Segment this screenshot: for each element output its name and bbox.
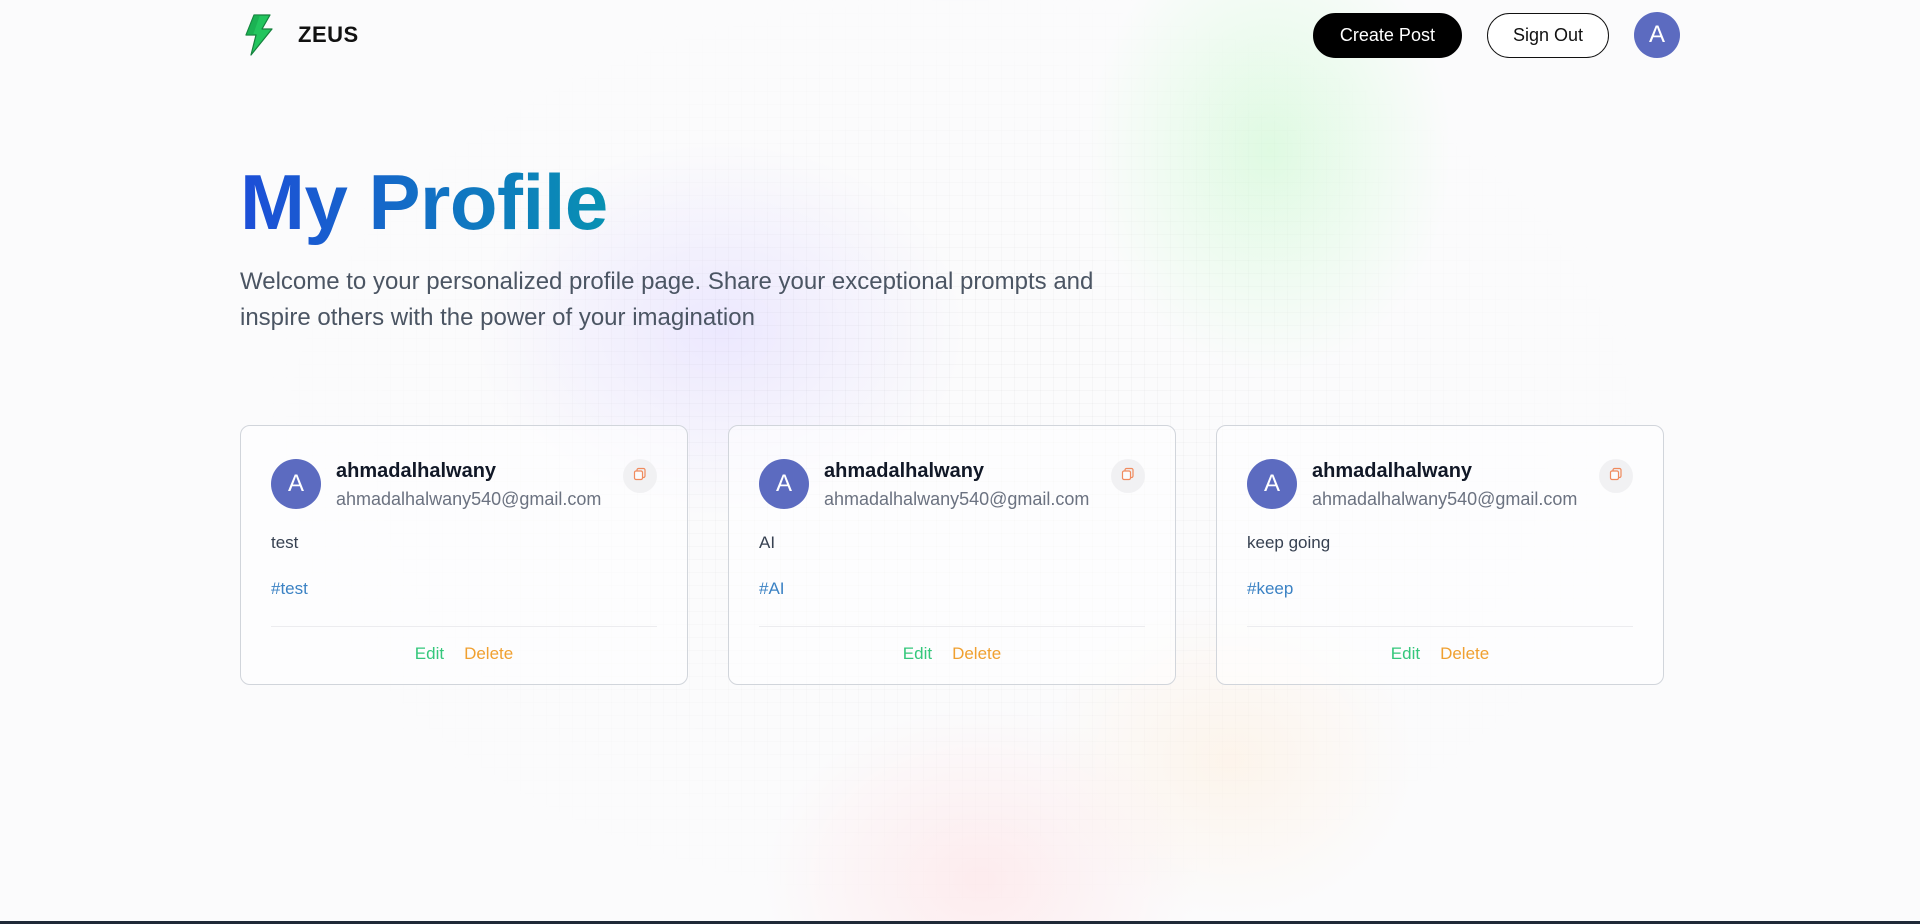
author-avatar[interactable]: A [271,459,321,509]
copy-icon [1121,467,1135,486]
card-divider [759,626,1145,627]
delete-button[interactable]: Delete [952,644,1001,664]
prompt-tag[interactable]: #test [271,578,657,600]
delete-button[interactable]: Delete [1440,644,1489,664]
prompt-card: A ahmadalhalwany ahmadalhalwany540@gmail… [1216,425,1664,685]
prompt-card: A ahmadalhalwany ahmadalhalwany540@gmail… [240,425,688,685]
author-avatar[interactable]: A [1247,459,1297,509]
author-avatar[interactable]: A [759,459,809,509]
lightning-bolt-icon [240,13,276,57]
top-navbar: ZEUS Create Post Sign Out A [240,0,1680,70]
author-username: ahmadalhalwany [1312,460,1473,482]
prompt-card-list: A ahmadalhalwany ahmadalhalwany540@gmail… [240,425,1664,685]
create-post-button[interactable]: Create Post [1312,12,1462,58]
author-email: ahmadalhalwany540@gmail.com [1312,489,1578,509]
edit-button[interactable]: Edit [1391,644,1420,664]
copy-button[interactable] [1599,459,1633,493]
author-email: ahmadalhalwany540@gmail.com [824,489,1090,509]
prompt-tag[interactable]: #AI [759,578,1145,600]
page-description: Welcome to your personalized profile pag… [240,268,1094,331]
copy-icon [1609,467,1623,486]
edit-button[interactable]: Edit [903,644,932,664]
edit-button[interactable]: Edit [415,644,444,664]
prompt-tag[interactable]: #keep [1247,578,1633,600]
card-header[interactable]: A ahmadalhalwany ahmadalhalwany540@gmail… [271,459,657,512]
prompt-card: A ahmadalhalwany ahmadalhalwany540@gmail… [728,425,1176,685]
brand-link[interactable]: ZEUS [240,13,359,57]
copy-button[interactable] [1111,459,1145,493]
copy-icon [633,467,647,486]
author-info: ahmadalhalwany ahmadalhalwany540@gmail.c… [1312,458,1577,512]
prompt-text: AI [759,533,776,552]
nav-actions: Create Post Sign Out A [1312,12,1680,58]
delete-button[interactable]: Delete [464,644,513,664]
card-divider [1247,626,1633,627]
page-title: My Profile [240,158,608,246]
card-actions: Edit Delete [729,644,1175,664]
profile-avatar[interactable]: A [1634,12,1680,58]
sign-out-button[interactable]: Sign Out [1486,12,1609,58]
card-actions: Edit Delete [1217,644,1663,664]
prompt-text: keep going [1247,533,1331,552]
author-email: ahmadalhalwany540@gmail.com [336,489,602,509]
card-actions: Edit Delete [241,644,687,664]
author-username: ahmadalhalwany [336,460,497,482]
card-header[interactable]: A ahmadalhalwany ahmadalhalwany540@gmail… [1247,459,1633,512]
card-divider [271,626,657,627]
prompt-text: test [271,533,299,552]
author-username: ahmadalhalwany [824,460,985,482]
brand-name: ZEUS [298,22,359,47]
author-info: ahmadalhalwany ahmadalhalwany540@gmail.c… [824,458,1089,512]
copy-button[interactable] [623,459,657,493]
author-info: ahmadalhalwany ahmadalhalwany540@gmail.c… [336,458,601,512]
card-header[interactable]: A ahmadalhalwany ahmadalhalwany540@gmail… [759,459,1145,512]
